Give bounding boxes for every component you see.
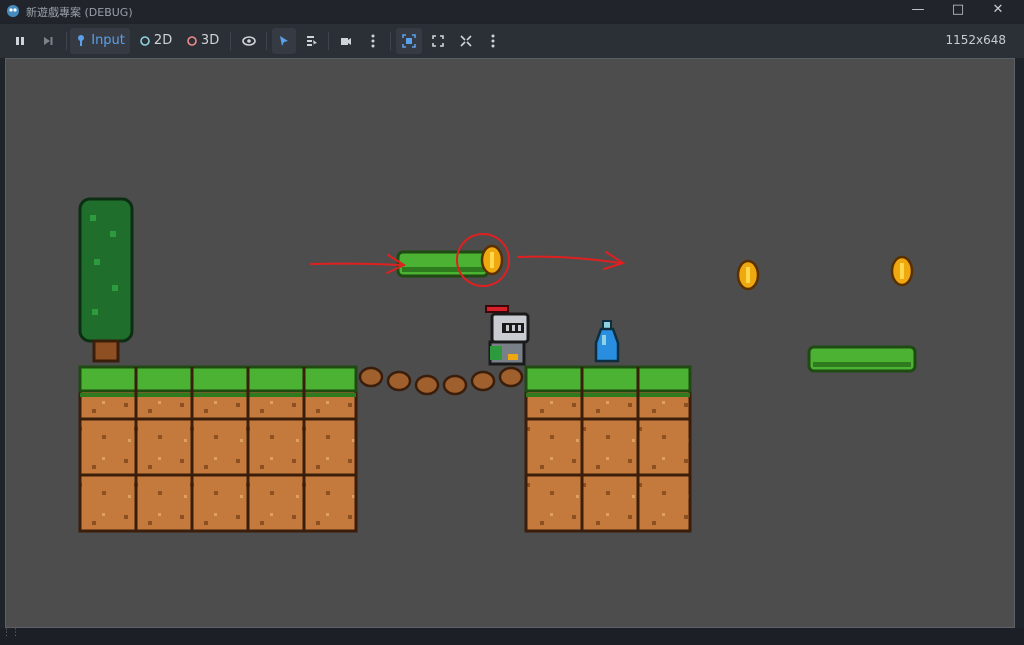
close-button[interactable]: ✕ [978, 0, 1018, 22]
close-icon: ✕ [992, 2, 1004, 17]
title-bar: 新遊戲專案 (DEBUG) — □ ✕ [0, 0, 1024, 22]
minimize-button[interactable]: — [898, 0, 938, 22]
kebab-menu-icon [371, 34, 375, 47]
joystick-icon [78, 34, 85, 46]
input-toggle-button[interactable]: Input [70, 28, 130, 54]
coin [480, 244, 504, 276]
list-cursor-icon [307, 35, 317, 46]
step-forward-icon [44, 36, 53, 45]
view-options-button[interactable] [482, 28, 504, 54]
rope-bridge [358, 366, 524, 396]
right-arrow-annotation [517, 251, 626, 270]
pause-icon [16, 36, 24, 45]
2d-label: 2D [153, 33, 173, 48]
status-strip [0, 628, 1024, 645]
coin [736, 259, 760, 291]
kebab-menu-icon [491, 34, 495, 47]
select-mode-button[interactable] [272, 28, 296, 54]
list-select-button[interactable] [300, 28, 324, 54]
3d-toggle-button[interactable]: 3D [182, 28, 224, 54]
expand-icon [432, 34, 444, 47]
game-viewport[interactable] [5, 58, 1015, 628]
camera-icon [341, 37, 351, 45]
visibility-button[interactable] [236, 28, 262, 54]
debug-toolbar: Input 2D 3D [0, 24, 1024, 58]
2d-node-icon [139, 35, 150, 46]
left-arrow-annotation [310, 254, 407, 274]
right-ground [524, 365, 692, 533]
moving-platform [396, 250, 490, 278]
more-options-button[interactable] [362, 28, 384, 54]
window-title: 新遊戲專案 (DEBUG) [26, 6, 133, 19]
godot-icon [6, 4, 20, 18]
next-frame-button[interactable] [36, 28, 60, 54]
potion-bottle [594, 320, 620, 363]
tree [78, 197, 134, 363]
minimize-icon: — [911, 2, 925, 17]
coin [890, 255, 914, 287]
focus-frame-icon [402, 33, 416, 48]
fullscreen-icon [460, 34, 472, 47]
pause-button[interactable] [8, 28, 32, 54]
input-label: Input [91, 33, 125, 48]
knight-player [485, 305, 530, 366]
resize-dots: ⋮⋮ [2, 628, 20, 638]
3d-label: 3D [200, 33, 220, 48]
2d-toggle-button[interactable]: 2D [136, 28, 176, 54]
camera-button[interactable] [334, 28, 358, 54]
resolution-label: 1152x648 [945, 33, 1006, 47]
maximize-icon: □ [951, 2, 965, 17]
cursor-icon [280, 35, 288, 46]
3d-node-icon [186, 35, 197, 46]
stretch-button[interactable] [454, 28, 478, 54]
left-ground [78, 365, 358, 533]
keep-aspect-button[interactable] [426, 28, 450, 54]
embed-focus-button[interactable] [396, 28, 422, 54]
eye-icon [242, 35, 256, 46]
floating-platform [807, 345, 917, 373]
maximize-button[interactable]: □ [938, 0, 978, 22]
